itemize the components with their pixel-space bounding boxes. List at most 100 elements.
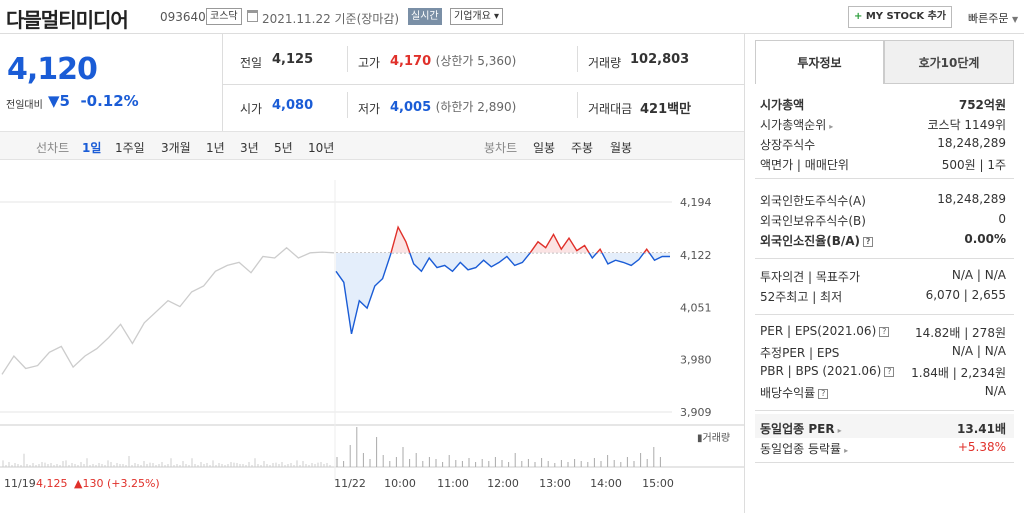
amount-label: 거래대금 [588,102,633,116]
stock-header: 다믈멀티미디어 093640 코스닥 2021.11.22 기준(장마감) 실시… [0,0,1024,34]
plus-icon: + [853,11,863,22]
candle-daily[interactable]: 일봉 [533,139,555,156]
chevron-down-icon: ▼ [1011,15,1019,24]
info-value: 14.82배 | 278원 [914,326,1006,340]
info-value: 코스닥 1149위 [927,118,1006,132]
period-5y[interactable]: 5년 [274,139,293,156]
info-label: 52주최고 | 최저 [760,290,843,304]
prev-change-text: ▲130 (+3.25%) [74,477,160,490]
info-row: 외국인보유주식수(B) 0 [760,212,1006,231]
info-value: 1.84배 | 2,234원 [911,366,1006,380]
line-chart-label: 선차트 [36,141,70,155]
info-value: 0 [998,212,1006,226]
x-tick-label: 13:00 [539,477,571,490]
upper-limit: (상한가 5,360) [435,54,517,68]
info-row: PER | EPS(2021.06)? 14.82배 | 278원 [760,324,1006,343]
period-10y[interactable]: 10년 [308,139,334,156]
today-line-up [390,225,651,253]
tab-orderbook[interactable]: 호가10단계 [884,40,1014,84]
divider [222,34,223,131]
info-label: 추정PER | EPS [760,346,840,360]
info-label: 동일업종 PER ▸ [760,422,842,436]
volume-label: 거래량 [588,56,622,70]
prev-day-line [1,246,335,375]
info-label: PER | EPS(2021.06)? [760,324,890,338]
info-row: 시가총액순위 ▸ 코스닥 1149위 [760,116,1006,135]
low-value: 4,005 (하한가 2,890) [390,100,517,115]
divider [755,410,1014,411]
info-label: PBR | BPS (2021.06)? [760,364,895,378]
candle-weekly[interactable]: 주봉 [571,139,593,156]
x-tick-label: 10:00 [384,477,416,490]
lower-limit: (하한가 2,890) [435,100,517,114]
x-tick-label: 15:00 [642,477,674,490]
info-label: 시가총액 [760,98,805,112]
company-info-dropdown[interactable]: 기업개요 ▾ [450,8,503,25]
prev-close-text: 4,125 [36,477,68,490]
info-row: 추정PER | EPS N/A | N/A [760,344,1006,363]
period-3m[interactable]: 3개월 [161,139,191,156]
current-price: 4,120 [7,52,98,87]
info-label: 동일업종 등락률 ▸ [760,442,849,456]
info-row: 상장주식수 18,248,289 [760,136,1006,155]
period-1d[interactable]: 1일 [82,139,101,156]
info-label: 투자의견 | 목표주가 [760,270,860,284]
add-mystock-button[interactable]: + MY STOCK 추가 [848,6,952,28]
volume-value: 102,803 [630,52,690,67]
info-label: 상장주식수 [760,138,816,152]
x-tick-label: 11/22 [334,477,366,490]
divider [755,462,1014,463]
today-line-down [335,252,670,335]
y-tick-label: 4,194 [680,196,712,209]
info-row: 배당수익률? N/A [760,384,1006,403]
info-value: N/A [984,384,1006,398]
chevron-right-icon[interactable]: ▸ [829,122,833,131]
prev-close-value: 4,125 [272,52,314,67]
info-row: 투자의견 | 목표주가 N/A | N/A [760,268,1006,287]
info-value: +5.38% [957,440,1006,454]
change-rate: -0.12% [80,92,139,110]
info-label: 액면가 | 매매단위 [760,158,849,172]
divider [755,314,1014,315]
help-icon[interactable]: ? [818,389,829,399]
info-value: 752억원 [958,98,1006,112]
volume-legend: ▮거래량 [697,432,730,444]
high-label: 고가 [358,56,381,70]
period-1w[interactable]: 1주일 [115,139,145,156]
up-area [336,227,670,253]
add-mystock-label: MY STOCK 추가 [865,11,947,22]
info-label: 시가총액순위 ▸ [760,118,834,132]
x-tick-label: 12:00 [487,477,519,490]
period-bar: 선차트 1일 1주일 3개월 1년 3년 5년 10년 봉차트 일봉 주봉 월봉 [0,131,744,160]
chevron-right-icon[interactable]: ▸ [838,426,842,435]
y-tick-label: 4,122 [680,249,712,262]
info-value: 13.41배 [957,422,1006,436]
help-icon[interactable]: ? [884,367,895,377]
y-tick-label: 4,051 [680,301,712,314]
open-label: 시가 [240,102,263,116]
info-row: 52주최고 | 최저 6,070 | 2,655 [760,288,1006,307]
candle-monthly[interactable]: 월봉 [610,139,632,156]
y-tick-label: 3,980 [680,354,712,367]
prev-day-label: 11/19 [4,477,36,490]
divider [755,178,1014,179]
info-label: 외국인한도주식수(A) [760,194,866,208]
realtime-button[interactable]: 실시간 [408,8,442,25]
y-tick-label: 3,909 [680,406,712,419]
quick-order-button[interactable]: 빠른주문 ▼ [968,10,1018,26]
info-value: N/A | N/A [951,344,1006,358]
info-row: 동일업종 PER ▸ 13.41배 [760,420,1006,439]
x-tick-label: 11:00 [437,477,469,490]
help-icon[interactable]: ? [879,327,890,337]
period-1y[interactable]: 1년 [206,139,225,156]
period-3y[interactable]: 3년 [240,139,259,156]
price-chart: 4,194 4,122 4,051 3,980 3,909 ▮거래량 11/22 10:00 1… [0,180,744,490]
tab-investment-info[interactable]: 투자정보 [755,40,884,84]
info-row: 외국인한도주식수(A) 18,248,289 [760,192,1006,211]
low-label: 저가 [358,102,381,116]
help-icon[interactable]: ? [863,237,874,247]
divider [755,258,1014,259]
chevron-right-icon[interactable]: ▸ [844,446,848,455]
x-tick-label: 14:00 [590,477,622,490]
info-row: 액면가 | 매매단위 500원 | 1주 [760,156,1006,175]
